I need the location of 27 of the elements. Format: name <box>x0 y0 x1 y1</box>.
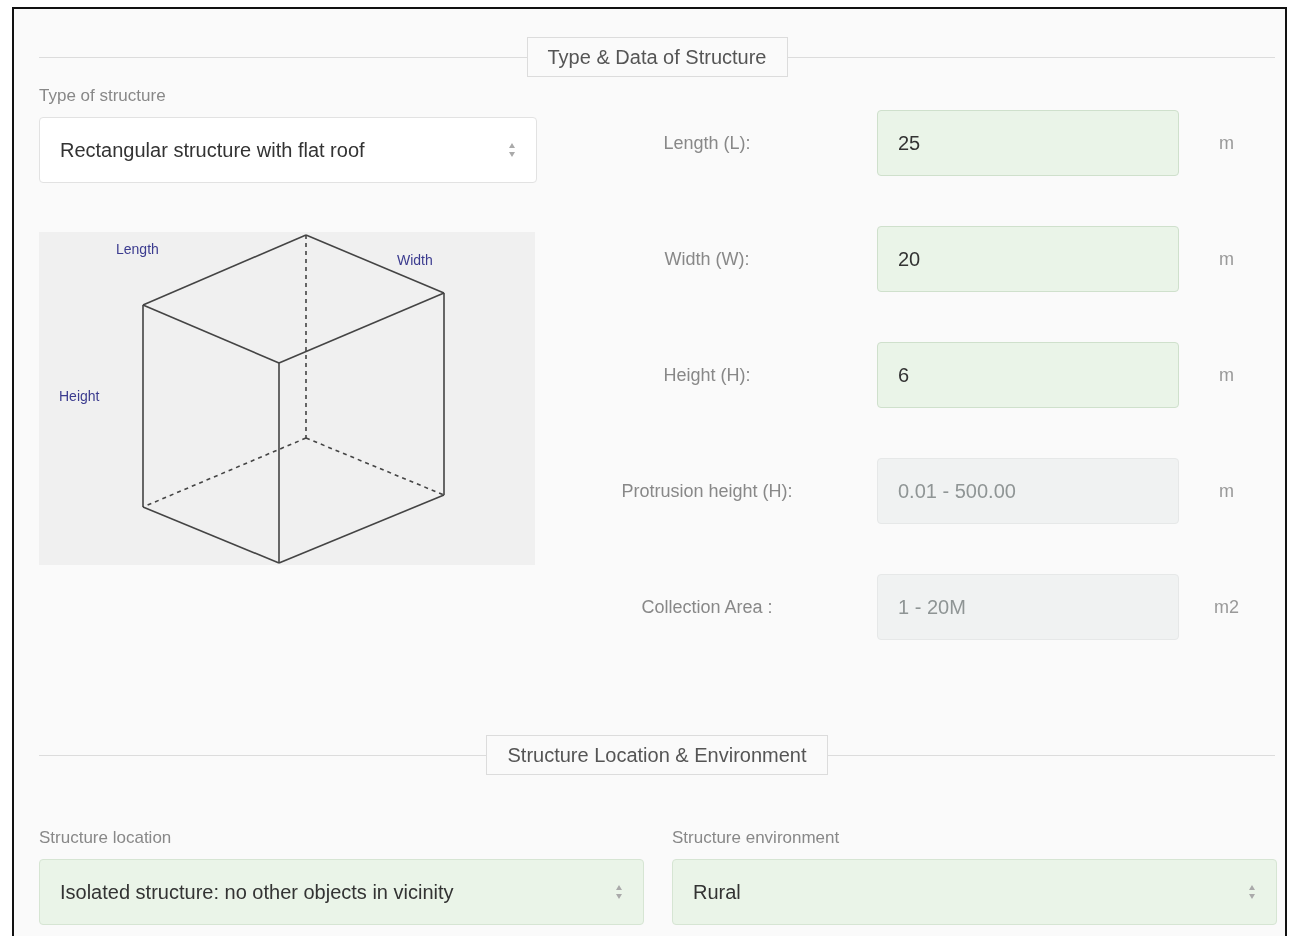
length-label: Length <box>116 240 159 257</box>
select-field[interactable]: Rectangular structure with flat roof <box>39 116 537 183</box>
field-label: Structure location <box>39 827 173 849</box>
unit-label: m2 <box>1213 595 1240 619</box>
input-field[interactable]: 25 <box>877 110 1179 176</box>
sort-arrows-icon <box>1248 883 1256 900</box>
field-label: Type of structure <box>39 85 167 107</box>
unit-label: m <box>1218 131 1235 155</box>
select-field[interactable]: Isolated structure: no other objects in vicinity <box>39 858 644 925</box>
field-label: Protrusion height (H): <box>620 479 794 503</box>
field-label: Structure environment <box>672 827 841 849</box>
field-label: Length (L): <box>662 131 752 155</box>
width-label: Width <box>397 251 433 268</box>
input-field[interactable]: 6 <box>877 342 1179 408</box>
section-legend: Structure Location & Environment <box>486 735 828 775</box>
unit-label: m <box>1218 247 1235 271</box>
input-field[interactable]: 20 <box>877 226 1179 292</box>
field-label: Width (W): <box>663 247 751 271</box>
unit-label: m <box>1218 363 1235 387</box>
unit-label: m <box>1218 479 1235 503</box>
height-label: Height <box>59 387 100 404</box>
section-legend: Type & Data of Structure <box>526 37 788 77</box>
field-label: Height (H): <box>662 363 752 387</box>
sort-arrows-icon <box>508 141 516 158</box>
select-field[interactable]: Rural <box>672 858 1277 925</box>
sort-arrows-icon <box>615 883 623 900</box>
field-label: Collection Area : <box>640 595 774 619</box>
